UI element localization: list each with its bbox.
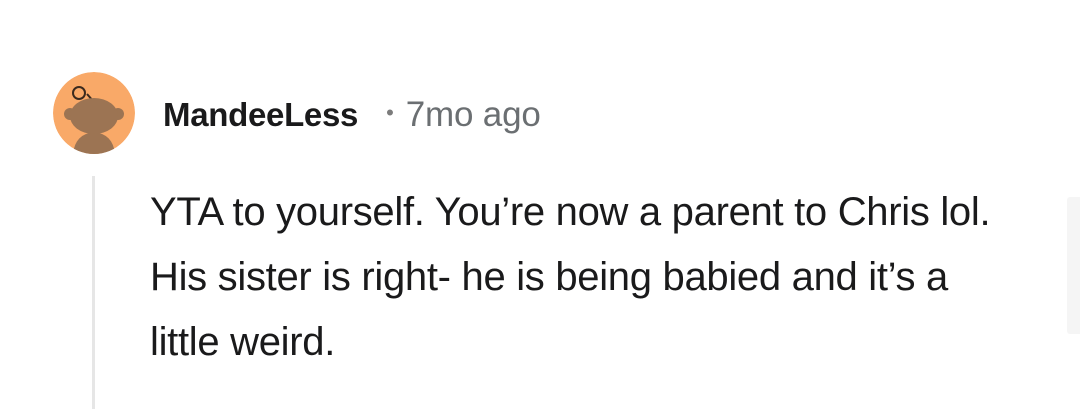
comment: MandeeLess • 7mo ago YTA to yourself. Yo… (0, 0, 1080, 409)
thread-collapse-line[interactable] (92, 176, 95, 409)
separator-dot: • (386, 100, 394, 125)
adjacent-panel-edge (1067, 197, 1080, 334)
snoo-avatar-icon (53, 72, 135, 154)
timestamp[interactable]: 7mo ago (406, 95, 541, 135)
user-avatar[interactable] (53, 72, 135, 154)
username-link[interactable]: MandeeLess (163, 96, 358, 134)
comment-body: YTA to yourself. You’re now a parent to … (150, 190, 991, 364)
comment-header: MandeeLess • 7mo ago (163, 94, 541, 136)
